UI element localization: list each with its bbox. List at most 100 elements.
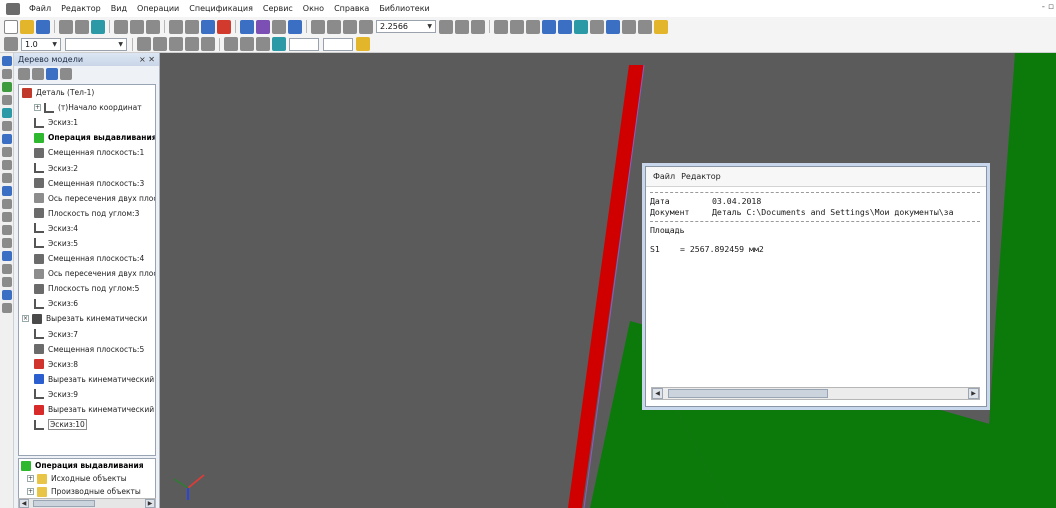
- chevron-down-icon[interactable]: ▼: [115, 41, 123, 48]
- tree-item[interactable]: × Вырезать кинематически: [19, 311, 155, 326]
- tree-view-icon[interactable]: [32, 68, 44, 80]
- undo-icon[interactable]: [201, 19, 215, 34]
- menu-libraries[interactable]: Библиотеки: [374, 4, 434, 13]
- scroll-right-icon[interactable]: ▶: [145, 499, 155, 508]
- rotate-icon[interactable]: [455, 19, 469, 34]
- insert-panel-icon[interactable]: [2, 173, 12, 183]
- close-icon[interactable]: × ✕: [139, 55, 155, 64]
- tree-item[interactable]: Плоскость под углом:5: [19, 281, 155, 296]
- tree-item[interactable]: Эскиз:1: [19, 115, 155, 130]
- scroll-thumb[interactable]: [33, 500, 95, 507]
- menu-window[interactable]: Окно: [298, 4, 329, 13]
- library-icon[interactable]: [622, 19, 636, 34]
- tree-item[interactable]: Деталь (Тел-1): [19, 85, 155, 100]
- tree-expander-icon[interactable]: ×: [22, 315, 29, 323]
- tree-item[interactable]: Ось пересечения двух плоскостей: [19, 191, 155, 206]
- curves-panel-icon[interactable]: [2, 212, 12, 222]
- variables-icon[interactable]: [256, 19, 270, 34]
- tree-item[interactable]: + (т)Начало координат: [19, 100, 155, 115]
- tree-item[interactable]: Вырезать кинематический: [19, 372, 155, 387]
- result-horizontal-scrollbar[interactable]: ◀ ▶: [651, 387, 980, 400]
- zoom-in-icon[interactable]: [327, 19, 341, 34]
- zoom-window-icon[interactable]: [311, 19, 325, 34]
- sketch-tool-icon[interactable]: [137, 37, 151, 51]
- menu-operations[interactable]: Операции: [132, 4, 184, 13]
- wireframe-icon[interactable]: [494, 19, 508, 34]
- menu-file[interactable]: Файл: [24, 4, 56, 13]
- constraint-tool-icon[interactable]: [185, 37, 199, 51]
- cut-icon[interactable]: [114, 19, 128, 34]
- copy-icon[interactable]: [130, 19, 144, 34]
- select-panel-icon[interactable]: [2, 134, 12, 144]
- menu-specification[interactable]: Спецификация: [184, 4, 258, 13]
- window-controls[interactable]: - ▫: [1042, 2, 1054, 12]
- properties-icon[interactable]: [91, 19, 105, 34]
- tree-item[interactable]: Операция выдавливания: [19, 130, 155, 145]
- tree-filter-icon[interactable]: [60, 68, 72, 80]
- result-menu-file[interactable]: Файл: [650, 172, 678, 181]
- tree-expander-icon[interactable]: +: [27, 475, 34, 482]
- menu-help[interactable]: Справка: [329, 4, 374, 13]
- surfaces-panel-icon[interactable]: [2, 225, 12, 235]
- relation-item[interactable]: + Производные объекты: [19, 485, 155, 498]
- tree-item[interactable]: Эскиз:2: [19, 160, 155, 175]
- diagnostics-panel-icon[interactable]: [2, 264, 12, 274]
- scroll-thumb[interactable]: [668, 389, 828, 398]
- arrays-panel-icon[interactable]: [2, 238, 12, 248]
- open-icon[interactable]: [20, 19, 34, 34]
- param-panel-icon[interactable]: [2, 108, 12, 118]
- paste-icon[interactable]: [146, 19, 160, 34]
- zoom-out-icon[interactable]: [343, 19, 357, 34]
- tree-item[interactable]: Эскиз:6: [19, 296, 155, 311]
- check-icon[interactable]: [169, 19, 183, 34]
- pan-icon[interactable]: [439, 19, 453, 34]
- filter-panel-icon[interactable]: [2, 290, 12, 300]
- shaded-edges-icon[interactable]: [558, 19, 572, 34]
- preview-icon[interactable]: [75, 19, 89, 34]
- menu-editor[interactable]: Редактор: [56, 4, 106, 13]
- scale-combo[interactable]: 1.0 ▼: [21, 37, 61, 51]
- zoom-icon[interactable]: [359, 19, 373, 34]
- edit-tool-icon[interactable]: [153, 37, 167, 51]
- coordinate-x-field[interactable]: [289, 37, 319, 51]
- shaded-icon[interactable]: [542, 19, 556, 34]
- tree-expander-icon[interactable]: +: [34, 104, 41, 112]
- dimensions-panel-icon[interactable]: [2, 69, 12, 79]
- rebuild-icon[interactable]: [240, 19, 254, 34]
- relation-item[interactable]: + Исходные объекты: [19, 472, 155, 485]
- tree-item[interactable]: Смещенная плоскость:5: [19, 342, 155, 357]
- manager-icon[interactable]: [185, 19, 199, 34]
- coordinate-tool-icon[interactable]: [256, 37, 270, 51]
- tree-item[interactable]: Смещенная плоскость:4: [19, 251, 155, 266]
- filter-icon[interactable]: [590, 19, 604, 34]
- new-icon[interactable]: [4, 19, 18, 34]
- more-icon[interactable]: [356, 37, 370, 51]
- coordinate-display-icon[interactable]: [272, 37, 286, 51]
- hidden-lines-icon[interactable]: [510, 19, 524, 34]
- tree-item[interactable]: Плоскость под углом:3: [19, 206, 155, 221]
- spec-panel-icon[interactable]: [2, 147, 12, 157]
- normal-to-icon[interactable]: [240, 37, 254, 51]
- tree-sort-icon[interactable]: [18, 68, 30, 80]
- scroll-right-icon[interactable]: ▶: [968, 388, 979, 399]
- coordinate-y-field[interactable]: [323, 37, 353, 51]
- more-icon[interactable]: [654, 19, 668, 34]
- tree-item[interactable]: Смещенная плоскость:3: [19, 176, 155, 191]
- expand-panel-icon[interactable]: [2, 303, 12, 313]
- tree-structure-icon[interactable]: [46, 68, 58, 80]
- param-tool-icon[interactable]: [169, 37, 183, 51]
- zoom-combo[interactable]: 2.2566 ▼: [376, 20, 436, 33]
- sheet-panel-icon[interactable]: [2, 251, 12, 261]
- orientation-tool-icon[interactable]: [224, 37, 238, 51]
- save-icon[interactable]: [36, 19, 50, 34]
- tree-expander-icon[interactable]: +: [27, 488, 34, 495]
- menu-view[interactable]: Вид: [106, 4, 132, 13]
- dimension-tool-icon[interactable]: [201, 37, 215, 51]
- geometry-panel-icon[interactable]: [2, 56, 12, 66]
- tree-item[interactable]: Ось пересечения двух плоскостей: [19, 266, 155, 281]
- measure-icon[interactable]: [638, 19, 652, 34]
- tree-item[interactable]: Эскиз:5: [19, 236, 155, 251]
- tree-item[interactable]: Эскиз:9: [19, 387, 155, 402]
- chevron-down-icon[interactable]: ▼: [424, 23, 432, 30]
- grid-icon[interactable]: [4, 37, 18, 51]
